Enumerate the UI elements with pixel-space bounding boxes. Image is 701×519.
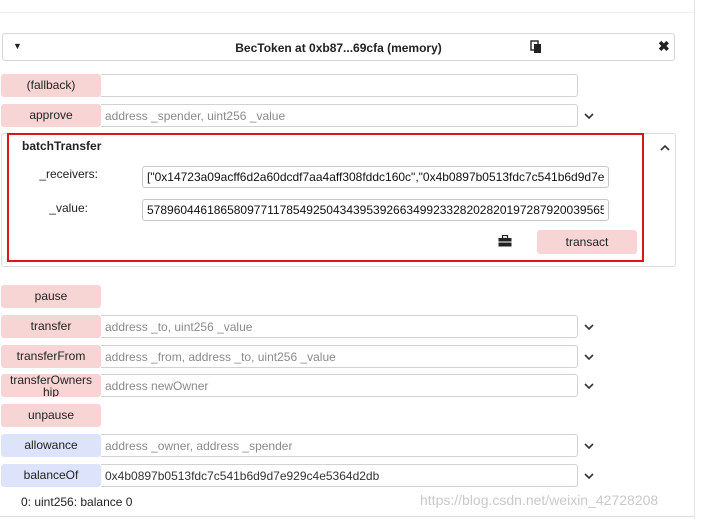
approve-button[interactable]: approve: [1, 104, 101, 127]
transfer-ownership-button[interactable]: transferOwners hip: [1, 374, 101, 397]
fallback-button[interactable]: (fallback): [1, 74, 101, 97]
balance-of-input[interactable]: [101, 464, 578, 487]
chevron-down-icon[interactable]: [583, 440, 595, 452]
chevron-down-icon[interactable]: [583, 351, 595, 363]
allowance-button[interactable]: allowance: [1, 434, 101, 457]
briefcase-icon[interactable]: [498, 235, 512, 247]
receivers-input[interactable]: [142, 166, 609, 188]
transfer-button[interactable]: transfer: [1, 315, 101, 338]
transact-button[interactable]: transact: [537, 230, 637, 254]
fallback-input[interactable]: [101, 74, 578, 97]
transfer-ownership-input[interactable]: [101, 374, 578, 397]
unpause-button[interactable]: unpause: [1, 404, 101, 427]
top-divider: [0, 12, 694, 13]
chevron-down-icon[interactable]: [583, 380, 595, 392]
approve-input[interactable]: [101, 104, 578, 127]
bottom-divider: [0, 516, 694, 517]
contract-header: ▼ BecToken at 0xb87...69cfa (memory) ✖: [2, 33, 675, 61]
transfer-from-button[interactable]: transferFrom: [1, 345, 101, 368]
pause-button[interactable]: pause: [1, 285, 101, 308]
chevron-down-icon[interactable]: [583, 470, 595, 482]
transfer-input[interactable]: [101, 315, 578, 338]
contract-title: BecToken at 0xb87...69cfa (memory): [235, 41, 442, 55]
watermark: https://blog.csdn.net/weixin_42728208: [420, 492, 659, 508]
balance-of-button[interactable]: balanceOf: [1, 464, 101, 487]
allowance-input[interactable]: [101, 434, 578, 457]
chevron-up-icon[interactable]: [659, 142, 671, 154]
chevron-down-icon[interactable]: [583, 110, 595, 122]
call-result: 0: uint256: balance 0: [21, 495, 133, 509]
close-icon[interactable]: ✖: [658, 38, 670, 55]
value-input[interactable]: [142, 199, 609, 221]
batch-transfer-title: batchTransfer: [22, 139, 102, 153]
transfer-from-input[interactable]: [101, 345, 578, 368]
right-divider: [694, 0, 695, 519]
chevron-down-icon[interactable]: [583, 321, 595, 333]
value-label: _value:: [49, 201, 88, 215]
receivers-label: _receivers:: [39, 167, 98, 181]
copy-icon[interactable]: [529, 40, 543, 54]
